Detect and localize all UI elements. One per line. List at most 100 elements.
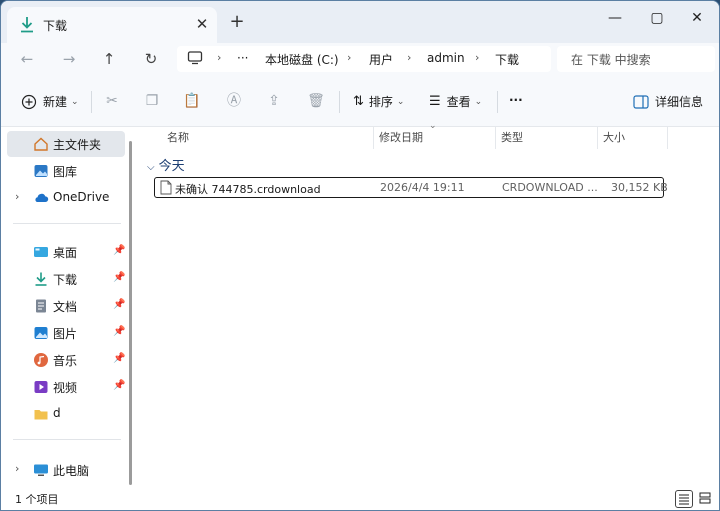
toolbar-divider [339, 91, 340, 113]
sidebar-item-desktop[interactable]: 桌面 📌 [7, 239, 125, 265]
file-name: 未确认 744785.crdownload [175, 183, 321, 196]
column-divider[interactable] [667, 127, 668, 149]
maximize-icon[interactable]: ▢ [637, 5, 677, 33]
cut-icon[interactable]: ✂ [103, 92, 121, 110]
breadcrumb-drive[interactable]: 本地磁盘 (C:) [265, 51, 339, 68]
file-type: CRDOWNLOAD ... [502, 181, 598, 194]
pin-icon[interactable]: 📌 [113, 380, 125, 391]
view-button[interactable]: ☰ 查看 ⌄ [429, 93, 482, 110]
title-bar: 下载 ✕ + — ▢ ✕ [1, 1, 719, 43]
command-bar: 新建 ⌄ ✂ ❐ 📋 Ⓐ ⇪ 🗑 ⇅ 排序 ⌄ ☰ 查看 ⌄ ··· 详细信息 [1, 75, 719, 127]
chevron-down-icon: ⌵ [147, 162, 155, 173]
delete-icon[interactable]: 🗑 [307, 92, 325, 110]
paste-icon[interactable]: 📋 [183, 92, 201, 110]
pin-icon[interactable]: 📌 [113, 299, 125, 310]
tiles-view-icon[interactable] [697, 490, 715, 508]
column-divider[interactable] [495, 127, 496, 149]
chevron-right-icon: › [217, 51, 222, 64]
new-button[interactable]: 新建 ⌄ [21, 93, 79, 110]
column-header-size[interactable]: 大小 [603, 129, 625, 149]
minimize-icon[interactable]: — [595, 5, 635, 33]
column-header-modified[interactable]: 修改日期 [379, 129, 423, 149]
column-divider[interactable] [597, 127, 598, 149]
item-count: 1 个项目 [15, 493, 59, 506]
toolbar-divider [497, 91, 498, 113]
up-arrow-icon[interactable]: ↑ [97, 49, 121, 69]
tab-downloads[interactable]: 下载 ✕ [7, 7, 217, 43]
video-icon [34, 381, 48, 393]
sort-caret-icon: ⌄ [429, 121, 437, 131]
sort-icon: ⇅ [353, 94, 364, 109]
copy-icon[interactable]: ❐ [143, 92, 161, 110]
chevron-right-icon: › [407, 51, 412, 64]
more-options-button[interactable]: ··· [509, 93, 523, 107]
sidebar-item-label: 图库 [53, 165, 78, 179]
document-icon [36, 299, 46, 313]
details-button[interactable]: 详细信息 [633, 93, 703, 110]
sidebar-item-this-pc[interactable]: › 此电脑 [7, 457, 125, 483]
sidebar-divider [13, 439, 121, 440]
plus-icon[interactable]: + [227, 13, 247, 33]
chevron-right-icon[interactable]: › [15, 462, 19, 475]
details-view-icon[interactable] [675, 490, 693, 508]
sort-button[interactable]: ⇅ 排序 ⌄ [353, 93, 404, 110]
pictures-icon [34, 327, 48, 339]
sidebar-item-downloads[interactable]: 下载 📌 [7, 266, 125, 292]
column-divider[interactable] [373, 127, 374, 149]
computer-icon [187, 51, 203, 65]
forward-arrow-icon[interactable]: → [57, 49, 81, 69]
search-input[interactable]: 在 下载 中搜索 [557, 46, 715, 72]
sidebar-item-pictures[interactable]: 图片 📌 [7, 320, 125, 346]
chevron-right-icon: › [475, 51, 480, 64]
sidebar-item-music[interactable]: 音乐 📌 [7, 347, 125, 373]
tab-close-icon[interactable]: ✕ [193, 15, 211, 33]
details-pane-icon [633, 94, 649, 109]
file-icon [160, 180, 172, 195]
share-icon[interactable]: ⇪ [265, 92, 283, 110]
sidebar-item-label: 下载 [53, 273, 78, 287]
file-explorer-window: 下载 ✕ + — ▢ ✕ ← → ↑ ↻ › ··· 本地磁盘 (C:) › 用… [0, 0, 720, 511]
breadcrumb-admin[interactable]: admin [427, 51, 465, 65]
chevron-down-icon: ⌄ [474, 96, 483, 107]
pin-icon[interactable]: 📌 [113, 326, 125, 337]
breadcrumb-more[interactable]: ··· [237, 51, 248, 65]
column-header-name[interactable]: 名称 [167, 129, 189, 149]
sidebar-item-label: OneDrive [53, 190, 110, 204]
sidebar-item-onedrive[interactable]: › OneDrive [7, 185, 125, 211]
rename-icon[interactable]: Ⓐ [225, 92, 243, 110]
sidebar-item-label: d [53, 406, 61, 420]
breadcrumb-downloads[interactable]: 下载 [495, 51, 519, 68]
file-size: 30,152 KB [611, 181, 668, 194]
breadcrumb-users[interactable]: 用户 [369, 51, 393, 68]
group-header-today[interactable]: ⌵ 今天 [147, 155, 185, 174]
desktop-icon [34, 247, 48, 257]
pin-icon[interactable]: 📌 [113, 272, 125, 283]
close-icon[interactable]: ✕ [677, 5, 717, 33]
file-list: 名称 修改日期 ⌄ 类型 大小 ⌵ 今天 未确认 744785.crdownloa… [137, 121, 719, 487]
chevron-right-icon: › [347, 51, 352, 64]
pin-icon[interactable]: 📌 [113, 353, 125, 364]
plus-circle-icon [21, 94, 37, 109]
chevron-right-icon[interactable]: › [15, 190, 19, 203]
sidebar-scrollbar[interactable] [129, 141, 132, 485]
pin-icon[interactable]: 📌 [113, 245, 125, 256]
sidebar-item-label: 主文件夹 [53, 138, 102, 152]
folder-icon [34, 410, 48, 420]
refresh-icon[interactable]: ↻ [139, 49, 163, 69]
details-button-label: 详细信息 [655, 95, 704, 109]
sidebar-item-videos[interactable]: 视频 📌 [7, 374, 125, 400]
column-header-type[interactable]: 类型 [501, 129, 523, 149]
sidebar-item-gallery[interactable]: 图库 [7, 158, 125, 184]
group-label: 今天 [158, 159, 185, 174]
sidebar-item-home[interactable]: 主文件夹 [7, 131, 125, 157]
address-bar[interactable]: › ··· 本地磁盘 (C:) › 用户 › admin › 下载 [177, 46, 551, 72]
table-row[interactable]: 未确认 744785.crdownload 2026/4/4 19:11 CRD… [154, 177, 668, 198]
sidebar-item-folder-d[interactable]: d [7, 401, 125, 427]
tab-title: 下载 [43, 19, 68, 33]
cloud-icon [35, 193, 49, 202]
chevron-down-icon: ⌄ [71, 96, 79, 107]
sidebar-item-label: 音乐 [53, 354, 78, 368]
sidebar-item-documents[interactable]: 文档 📌 [7, 293, 125, 319]
home-icon [34, 137, 48, 151]
back-arrow-icon[interactable]: ← [15, 49, 39, 69]
